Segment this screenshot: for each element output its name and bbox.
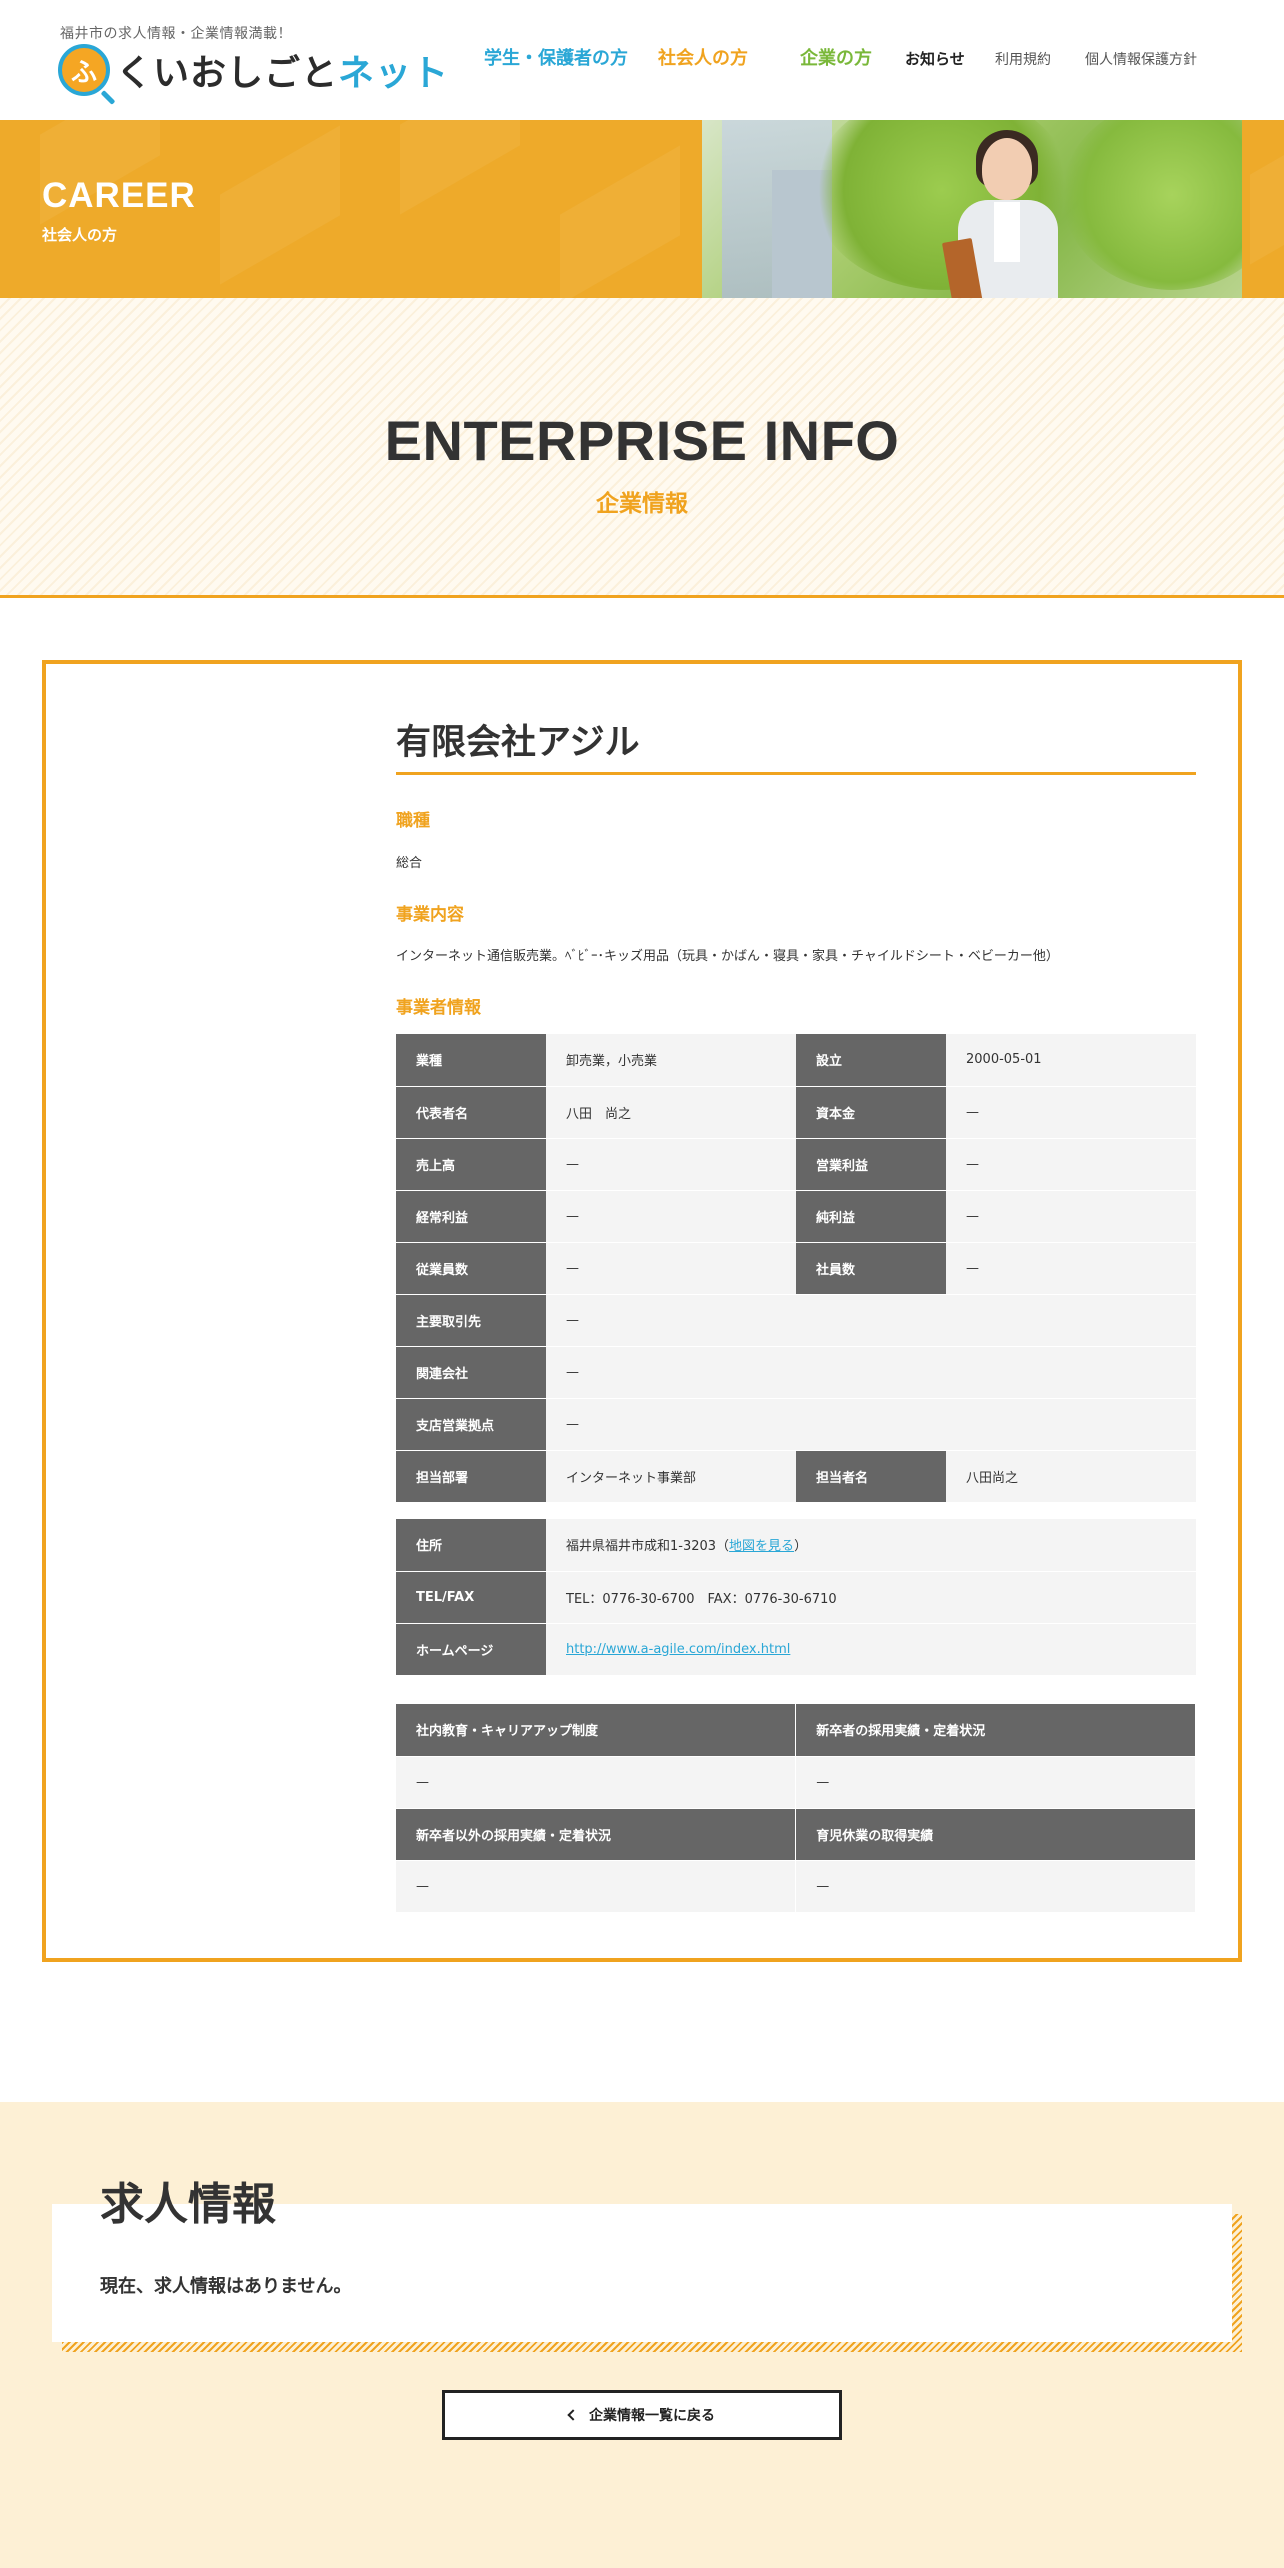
logo-magnifier-icon: ふ <box>58 44 110 96</box>
site-logo[interactable]: ふ くいおしごと ネット <box>58 42 449 98</box>
tel-fax-value: TEL：0776-30-6700 FAX：0776-30-6710 <box>546 1571 1196 1624</box>
table-row: 経常利益 — 純利益 — <box>396 1190 1196 1243</box>
experienced-hiring-heading: 新卒者以外の採用実績・定着状況 <box>396 1808 797 1861</box>
job-type-value: 総合 <box>396 856 423 871</box>
contact-person-label: 担当者名 <box>796 1450 946 1503</box>
back-to-company-list-button[interactable]: 企業情報一覧に戻る <box>442 2390 842 2440</box>
section-title-jp: 企業情報 <box>596 491 688 517</box>
capital-value: — <box>946 1086 1196 1139</box>
nav-privacy[interactable]: 個人情報保護方針 <box>1085 49 1197 69</box>
clients-value: — <box>546 1294 1196 1347</box>
homepage-label: ホームページ <box>396 1623 546 1676</box>
operating-profit-label: 営業利益 <box>796 1138 946 1191</box>
tel-fax-label: TEL/FAX <box>396 1571 546 1624</box>
contact-person-value: 八田尚之 <box>946 1450 1196 1503</box>
jobs-empty-message: 現在、求人情報はありません。 <box>100 2276 352 2297</box>
industry-value: 卸売業，小売業 <box>546 1034 796 1087</box>
table-row: 担当部署 インターネット事業部 担当者名 八田尚之 <box>396 1450 1196 1503</box>
nav-companies[interactable]: 企業の方 <box>800 44 872 70</box>
table-row: 支店営業拠点 — <box>396 1398 1196 1451</box>
site-tagline: 福井市の求人情報・企業情報満載！ <box>60 26 292 42</box>
net-profit-value: — <box>946 1190 1196 1243</box>
new-grad-hiring-heading: 新卒者の採用実績・定着状況 <box>795 1704 1196 1757</box>
chevron-left-icon <box>567 2409 579 2421</box>
clients-label: 主要取引先 <box>396 1294 546 1347</box>
sales-value: — <box>546 1138 796 1191</box>
company-info-panel: 有限会社アジル 職種 総合 事業内容 インターネット通信販売業。ﾍﾞﾋﾞｰ･キッ… <box>42 660 1242 1962</box>
contact-table: 住所 福井県福井市成和1-3203（地図を見る） TEL/FAX TEL：077… <box>396 1519 1196 1676</box>
table-row: 売上高 — 営業利益 — <box>396 1138 1196 1191</box>
site-header: 福井市の求人情報・企業情報満載！ ふ くいおしごと ネット 学生・保護者の方 社… <box>0 0 1284 120</box>
hero-title: CAREER <box>42 176 196 215</box>
founded-value: 2000-05-01 <box>946 1034 1196 1087</box>
table-row: TEL/FAX TEL：0776-30-6700 FAX：0776-30-671… <box>396 1571 1196 1624</box>
experienced-hiring-value: — <box>396 1860 797 1913</box>
sales-label: 売上高 <box>396 1138 546 1191</box>
table-row: 主要取引先 — <box>396 1294 1196 1347</box>
address-close: ） <box>794 1539 808 1555</box>
staff-value: — <box>946 1242 1196 1295</box>
capital-label: 資本金 <box>796 1086 946 1139</box>
section-title-en: ENTERPRISE INFO <box>384 409 900 472</box>
ordinary-profit-label: 経常利益 <box>396 1190 546 1243</box>
nav-terms[interactable]: 利用規約 <box>995 49 1051 69</box>
table-row: — — <box>396 1756 1196 1809</box>
staff-label: 社員数 <box>796 1242 946 1295</box>
company-info-heading: 事業者情報 <box>396 998 481 1018</box>
address-text: 福井県福井市成和1-3203（ <box>566 1539 730 1555</box>
homepage-link[interactable]: http://www.a-agile.com/index.html <box>566 1642 790 1657</box>
table-row: 関連会社 — <box>396 1346 1196 1399</box>
table-row: 業種 卸売業，小売業 設立 2000-05-01 <box>396 1034 1196 1087</box>
table-row: 新卒者以外の採用実績・定着状況 育児休業の取得実績 <box>396 1808 1196 1861</box>
branches-value: — <box>546 1398 1196 1451</box>
career-program-heading: 社内教育・キャリアアップ制度 <box>396 1704 797 1757</box>
section-title-area: ENTERPRISE INFO 企業情報 <box>0 298 1284 598</box>
jobs-title: 求人情報 <box>100 2179 276 2230</box>
company-name: 有限会社アジル <box>396 723 640 763</box>
business-value: インターネット通信販売業。ﾍﾞﾋﾞｰ･キッズ用品（玩具・かばん・寝具・家具・チャ… <box>396 949 1059 964</box>
affiliates-value: — <box>546 1346 1196 1399</box>
employees-value: — <box>546 1242 796 1295</box>
company-name-underline <box>396 772 1196 775</box>
main-nav: 学生・保護者の方 社会人の方 企業の方 お知らせ 利用規約 個人情報保護方針 <box>484 44 1284 72</box>
employees-label: 従業員数 <box>396 1242 546 1295</box>
logo-text-dark: くいおしごと <box>116 53 339 94</box>
nav-working-adults[interactable]: 社会人の方 <box>658 44 748 70</box>
ordinary-profit-value: — <box>546 1190 796 1243</box>
business-heading: 事業内容 <box>396 905 464 925</box>
industry-label: 業種 <box>396 1034 546 1087</box>
map-link[interactable]: 地図を見る <box>729 1539 794 1554</box>
hr-table: 社内教育・キャリアアップ制度 新卒者の採用実績・定着状況 — — 新卒者以外の採… <box>396 1704 1196 1913</box>
table-row: — — <box>396 1860 1196 1913</box>
representative-label: 代表者名 <box>396 1086 546 1139</box>
job-type-heading: 職種 <box>396 811 430 831</box>
homepage-value: http://www.a-agile.com/index.html <box>546 1623 1196 1676</box>
childcare-leave-heading: 育児休業の取得実績 <box>795 1808 1196 1861</box>
affiliates-label: 関連会社 <box>396 1346 546 1399</box>
department-label: 担当部署 <box>396 1450 546 1503</box>
net-profit-label: 純利益 <box>796 1190 946 1243</box>
nav-news[interactable]: お知らせ <box>905 48 965 69</box>
representative-value: 八田 尚之 <box>546 1086 796 1139</box>
address-value: 福井県福井市成和1-3203（地図を見る） <box>546 1519 1196 1572</box>
career-program-value: — <box>396 1756 797 1809</box>
logo-text-accent: ネット <box>338 53 450 94</box>
table-row: 従業員数 — 社員数 — <box>396 1242 1196 1295</box>
hero-subtitle: 社会人の方 <box>42 226 118 244</box>
department-value: インターネット事業部 <box>546 1450 796 1503</box>
table-row: 代表者名 八田 尚之 資本金 — <box>396 1086 1196 1139</box>
founded-label: 設立 <box>796 1034 946 1087</box>
table-row: ホームページ http://www.a-agile.com/index.html <box>396 1623 1196 1676</box>
childcare-leave-value: — <box>795 1860 1196 1913</box>
job-listings-section: 求人情報 現在、求人情報はありません。 企業情報一覧に戻る <box>0 2102 1284 2568</box>
table-row: 住所 福井県福井市成和1-3203（地図を見る） <box>396 1519 1196 1572</box>
new-grad-hiring-value: — <box>795 1756 1196 1809</box>
nav-students[interactable]: 学生・保護者の方 <box>484 44 628 70</box>
company-info-table: 業種 卸売業，小売業 設立 2000-05-01 代表者名 八田 尚之 資本金 … <box>396 1034 1196 1503</box>
table-row: 社内教育・キャリアアップ制度 新卒者の採用実績・定着状況 <box>396 1704 1196 1757</box>
address-label: 住所 <box>396 1519 546 1572</box>
branches-label: 支店営業拠点 <box>396 1398 546 1451</box>
operating-profit-value: — <box>946 1138 1196 1191</box>
back-button-label: 企業情報一覧に戻る <box>589 2408 715 2424</box>
